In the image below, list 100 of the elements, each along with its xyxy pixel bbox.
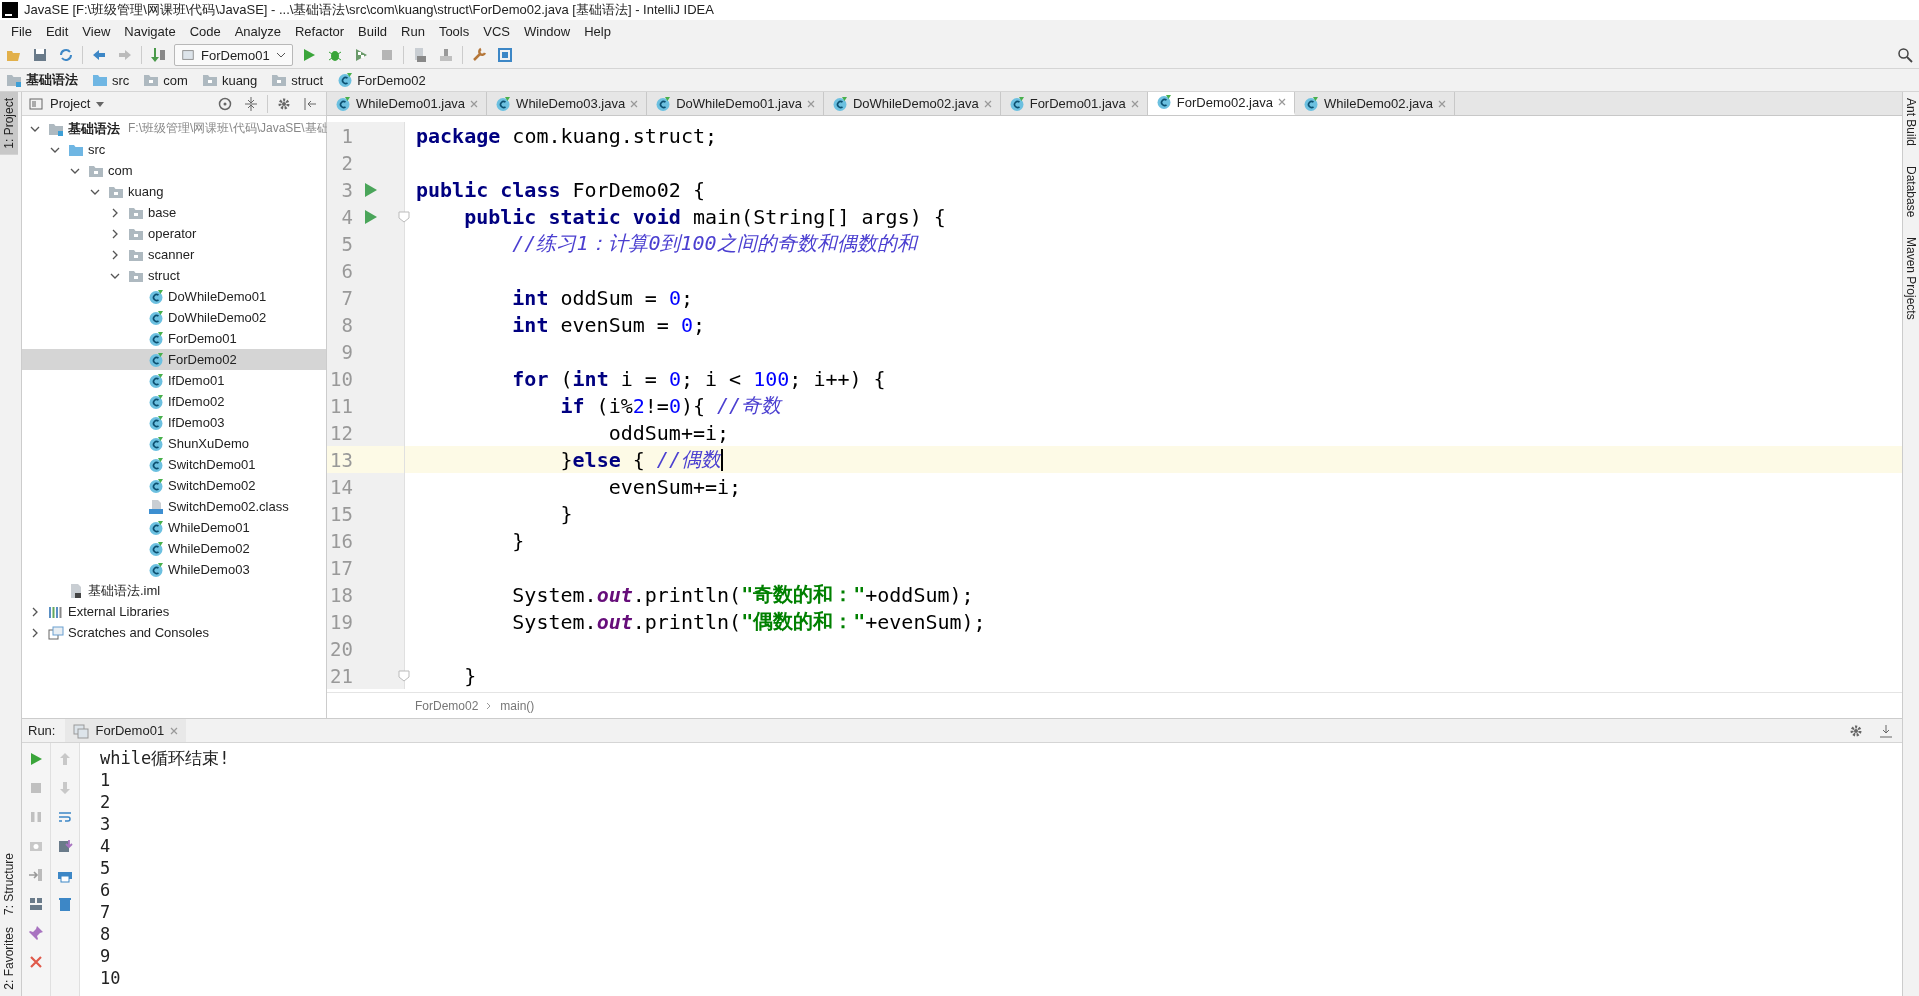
menu-item[interactable]: Refactor: [287, 23, 352, 39]
tree-item[interactable]: WhileDemo01: [22, 517, 326, 538]
tree-item[interactable]: SwitchDemo02: [22, 475, 326, 496]
code-line: package com.kuang.struct;: [416, 123, 718, 148]
chevron-right-icon[interactable]: [30, 606, 40, 617]
line-number: 17: [329, 556, 353, 579]
chevron-right-icon[interactable]: [110, 249, 120, 260]
tree-item[interactable]: DoWhileDemo01: [22, 286, 326, 307]
tree-item[interactable]: struct: [22, 265, 326, 286]
close-icon[interactable]: [1130, 99, 1139, 108]
editor-tab[interactable]: WhileDemo02.java: [1294, 92, 1455, 115]
tool-window-tab[interactable]: 1: Project: [0, 92, 18, 155]
close-icon[interactable]: [1438, 99, 1446, 108]
tree-item[interactable]: ForDemo02: [22, 349, 326, 370]
breadcrumb-item[interactable]: kuang: [201, 72, 268, 88]
menu-item[interactable]: Code: [182, 23, 228, 39]
breadcrumb-item[interactable]: ForDemo02: [337, 72, 436, 88]
tree-item[interactable]: IfDemo03: [22, 412, 326, 433]
breadcrumb-item[interactable]: struct: [271, 72, 334, 88]
breadcrumb-item[interactable]: main(): [500, 698, 535, 713]
tree-item[interactable]: ForDemo01: [22, 328, 326, 349]
console-line: 3: [100, 813, 112, 835]
line-number: 20: [329, 637, 353, 660]
editor-tab[interactable]: ForDemo02.java: [1147, 92, 1295, 115]
menu-item[interactable]: Build: [351, 23, 394, 39]
menu-item[interactable]: Window: [516, 23, 578, 39]
menu-item[interactable]: Run: [394, 23, 432, 39]
menu-item[interactable]: File: [4, 23, 39, 39]
tool-window-tab[interactable]: Maven Projects: [1903, 235, 1919, 323]
run-config-dropdown[interactable]: ForDemo01: [174, 44, 293, 66]
console-line: 1: [100, 769, 112, 791]
class-icon: [148, 309, 164, 326]
fold-marker-icon[interactable]: [398, 669, 410, 682]
close-icon[interactable]: [170, 726, 179, 735]
tree-item[interactable]: com: [22, 160, 326, 181]
tool-window-tab[interactable]: Database: [1903, 164, 1919, 220]
editor-tab[interactable]: DoWhileDemo01.java: [647, 92, 824, 115]
tree-item[interactable]: IfDemo01: [22, 370, 326, 391]
tree-item[interactable]: kuang: [22, 181, 326, 202]
close-icon[interactable]: [806, 99, 815, 108]
breadcrumb-item[interactable]: 基础语法: [6, 71, 88, 89]
dropdown-caret-icon[interactable]: [96, 99, 105, 108]
tree-item[interactable]: 基础语法.iml: [22, 580, 326, 601]
tree-item[interactable]: ShunXuDemo: [22, 433, 326, 454]
code-line: }: [511, 528, 525, 553]
fold-marker-icon[interactable]: [398, 210, 410, 223]
tool-window-tab[interactable]: 7: Structure: [0, 847, 18, 922]
close-icon[interactable]: [1277, 98, 1286, 106]
run-tab[interactable]: ForDemo01: [65, 719, 187, 742]
tree-item[interactable]: Scratches and Consoles: [22, 622, 326, 643]
close-icon[interactable]: [630, 99, 639, 108]
chevron-right-icon[interactable]: [30, 627, 40, 638]
code-line: }: [559, 501, 573, 526]
tree-item[interactable]: operator: [22, 223, 326, 244]
tree-item[interactable]: External Libraries: [22, 601, 326, 622]
menu-item[interactable]: Edit: [38, 23, 76, 39]
breadcrumb-item[interactable]: com: [143, 72, 198, 88]
tree-item[interactable]: src: [22, 139, 326, 160]
menu-item[interactable]: Help: [577, 23, 618, 39]
tree-item[interactable]: base: [22, 202, 326, 223]
tree-item[interactable]: WhileDemo03: [22, 559, 326, 580]
breadcrumb-item[interactable]: src: [92, 72, 140, 88]
dropdown-caret-icon[interactable]: [275, 50, 286, 60]
editor-tab[interactable]: WhileDemo03.java: [487, 92, 648, 115]
menu-item[interactable]: VCS: [476, 23, 517, 39]
run-gutter-icon[interactable]: [364, 208, 378, 225]
editor-tab[interactable]: WhileDemo01.java: [327, 92, 488, 115]
code-line: if (i%2!=0){ //奇数: [559, 392, 782, 419]
search-icon[interactable]: [1895, 45, 1915, 65]
line-number: 7: [340, 286, 353, 309]
tree-item[interactable]: IfDemo02: [22, 391, 326, 412]
menu-item[interactable]: Tools: [431, 23, 477, 39]
tree-item[interactable]: SwitchDemo01: [22, 454, 326, 475]
close-icon[interactable]: [470, 99, 479, 108]
class-icon: [831, 95, 848, 112]
editor-tab[interactable]: ForDemo01.java: [1000, 92, 1148, 115]
tree-item[interactable]: scanner: [22, 244, 326, 265]
line-number: 14: [329, 475, 353, 498]
class-icon: [148, 477, 164, 494]
breadcrumb-item[interactable]: ForDemo02: [415, 698, 479, 713]
tree-item[interactable]: SwitchDemo02.class: [22, 496, 326, 517]
tool-window-tab[interactable]: 2: Favorites: [0, 921, 18, 996]
console-line: 6: [100, 879, 112, 901]
editor-tab[interactable]: DoWhileDemo02.java: [823, 92, 1001, 115]
tree-item[interactable]: DoWhileDemo02: [22, 307, 326, 328]
tree-item[interactable]: WhileDemo02: [22, 538, 326, 559]
run-gutter-icon[interactable]: [364, 181, 378, 198]
code-line: int evenSum = 0;: [511, 312, 705, 337]
panel-title[interactable]: Project: [50, 96, 91, 111]
chevron-right-icon[interactable]: [110, 207, 120, 218]
menu-item[interactable]: View: [75, 23, 118, 39]
class-config-icon: [181, 48, 195, 62]
run-config-icon: [73, 722, 90, 739]
code-line: }: [463, 663, 477, 688]
run-label: Run:: [28, 723, 56, 738]
chevron-right-icon[interactable]: [110, 228, 120, 239]
menu-item[interactable]: Navigate: [117, 23, 183, 39]
tool-window-tab[interactable]: Ant Build: [1903, 96, 1919, 149]
close-icon[interactable]: [983, 99, 992, 108]
menu-item[interactable]: Analyze: [227, 23, 288, 39]
